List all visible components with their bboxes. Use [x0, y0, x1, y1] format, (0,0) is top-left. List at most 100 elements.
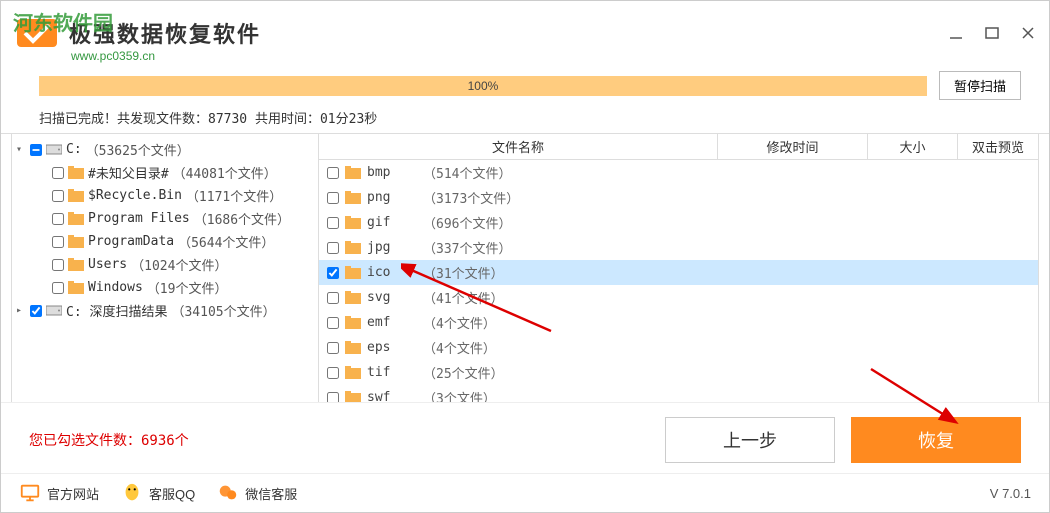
- folder-icon: [345, 266, 361, 279]
- drive-icon: [46, 304, 62, 317]
- folder-icon: [345, 341, 361, 354]
- file-row[interactable]: svg（41个文件）: [319, 285, 1038, 310]
- file-checkbox[interactable]: [327, 367, 339, 379]
- tree-count: （1024个文件）: [131, 255, 227, 274]
- file-row[interactable]: bmp （514个文件）: [319, 160, 1038, 185]
- link-qq-support[interactable]: 客服QQ: [121, 482, 195, 504]
- tree-checkbox[interactable]: [30, 144, 42, 156]
- tree-toggle-icon[interactable]: ▾: [16, 144, 26, 155]
- file-count: （514个文件）: [423, 163, 511, 182]
- version-text: V 7.0.1: [990, 486, 1031, 501]
- link-label: 官方网站: [47, 484, 99, 503]
- bottom-bar: 官方网站 客服QQ 微信客服 V 7.0.1: [1, 473, 1049, 512]
- tree-checkbox[interactable]: [52, 282, 64, 294]
- file-count: （41个文件）: [423, 288, 504, 307]
- tree-checkbox[interactable]: [52, 190, 64, 202]
- main-window: 极强数据恢复软件 河东软件园 www.pc0359.cn 100% 暂停扫描 扫…: [0, 0, 1050, 513]
- maximize-button[interactable]: [983, 24, 1001, 42]
- tree-checkbox[interactable]: [52, 259, 64, 271]
- pause-scan-button[interactable]: 暂停扫描: [939, 71, 1021, 100]
- file-row[interactable]: png（3173个文件）: [319, 185, 1038, 210]
- tree-item[interactable]: ▸#未知父目录# （44081个文件）: [12, 161, 318, 184]
- tree-item[interactable]: ▾C: （53625个文件）: [12, 138, 318, 161]
- file-checkbox[interactable]: [327, 242, 339, 254]
- col-size[interactable]: 大小: [868, 134, 958, 159]
- folder-icon: [345, 366, 361, 379]
- folder-icon: [68, 258, 84, 271]
- file-row[interactable]: gif（696个文件）: [319, 210, 1038, 235]
- file-checkbox[interactable]: [327, 292, 339, 304]
- folder-icon: [68, 166, 84, 179]
- file-checkbox[interactable]: [327, 192, 339, 204]
- file-row[interactable]: eps（4个文件）: [319, 335, 1038, 360]
- tree-label: Windows: [88, 280, 143, 295]
- file-list[interactable]: bmp （514个文件） png（3173个文件）gif（696个文件）jpg（33…: [319, 160, 1038, 402]
- folder-icon: [68, 189, 84, 202]
- file-count: （25个文件）: [423, 363, 504, 382]
- file-checkbox[interactable]: [327, 392, 339, 403]
- recover-button[interactable]: 恢复: [851, 417, 1021, 463]
- tree-label: Users: [88, 257, 127, 272]
- tree-item[interactable]: ▸ C: 深度扫描结果 （34105个文件）: [12, 299, 318, 322]
- tree-label: C: 深度扫描结果: [66, 301, 167, 320]
- link-official-site[interactable]: 官方网站: [19, 482, 99, 504]
- file-name: ico: [367, 265, 417, 280]
- file-name: swf: [367, 390, 417, 402]
- file-name: emf: [367, 315, 417, 330]
- tree-count: （5644个文件）: [178, 232, 274, 251]
- file-checkbox[interactable]: [327, 217, 339, 229]
- tree-count: （1686个文件）: [194, 209, 290, 228]
- progress-percent: 100%: [468, 79, 499, 93]
- file-name: gif: [367, 215, 417, 230]
- folder-icon: [345, 241, 361, 254]
- col-preview[interactable]: 双击预览: [958, 134, 1038, 159]
- titlebar: 极强数据恢复软件: [1, 1, 1049, 65]
- tree-item[interactable]: ▸$Recycle.Bin （1171个文件）: [12, 184, 318, 207]
- minimize-button[interactable]: [947, 24, 965, 42]
- selected-count-text: 您已勾选文件数：6936个: [29, 430, 189, 450]
- tree-label: Program Files: [88, 211, 190, 226]
- prev-step-button[interactable]: 上一步: [665, 417, 835, 463]
- folder-icon: [345, 316, 361, 329]
- link-label: 客服QQ: [149, 484, 195, 503]
- tree-item[interactable]: ▸Users （1024个文件）: [12, 253, 318, 276]
- file-count: （31个文件）: [423, 263, 504, 282]
- tree-count: （34105个文件）: [171, 301, 275, 320]
- folder-icon: [345, 391, 361, 402]
- file-row[interactable]: jpg（337个文件）: [319, 235, 1038, 260]
- file-count: （3个文件）: [423, 388, 496, 402]
- folder-icon: [345, 191, 361, 204]
- file-checkbox[interactable]: [327, 167, 339, 179]
- tree-checkbox[interactable]: [52, 167, 64, 179]
- file-row[interactable]: tif（25个文件）: [319, 360, 1038, 385]
- file-checkbox[interactable]: [327, 317, 339, 329]
- folder-icon: [345, 291, 361, 304]
- app-logo-icon: [13, 9, 61, 57]
- file-checkbox[interactable]: [327, 342, 339, 354]
- close-button[interactable]: [1019, 24, 1037, 42]
- file-row[interactable]: ico （31个文件）: [319, 260, 1038, 285]
- content-area: ▾C: （53625个文件）▸#未知父目录# （44081个文件）▸$Recyc…: [1, 133, 1049, 402]
- file-checkbox[interactable]: [327, 267, 339, 279]
- tree-checkbox[interactable]: [30, 305, 42, 317]
- tree-checkbox[interactable]: [52, 236, 64, 248]
- tree-item[interactable]: ▸ProgramData （5644个文件）: [12, 230, 318, 253]
- tree-toggle-icon[interactable]: ▸: [16, 305, 26, 316]
- drive-icon: [46, 143, 62, 156]
- file-row[interactable]: emf（4个文件）: [319, 310, 1038, 335]
- tree-checkbox[interactable]: [52, 213, 64, 225]
- file-row[interactable]: swf （3个文件）: [319, 385, 1038, 402]
- col-filename[interactable]: 文件名称: [319, 134, 718, 159]
- file-count: （337个文件）: [423, 238, 511, 257]
- folder-icon: [345, 166, 361, 179]
- tree-item[interactable]: ▸Program Files （1686个文件）: [12, 207, 318, 230]
- tree-count: （53625个文件）: [86, 140, 190, 159]
- tree-item[interactable]: ▸Windows （19个文件）: [12, 276, 318, 299]
- file-name: png: [367, 190, 417, 205]
- folder-tree[interactable]: ▾C: （53625个文件）▸#未知父目录# （44081个文件）▸$Recyc…: [11, 134, 319, 402]
- col-modtime[interactable]: 修改时间: [718, 134, 868, 159]
- link-wechat-support[interactable]: 微信客服: [217, 482, 297, 504]
- tree-label: ProgramData: [88, 234, 174, 249]
- file-list-panel: 文件名称 修改时间 大小 双击预览 bmp （514个文件） png（3173个文件…: [319, 134, 1039, 402]
- file-name: bmp: [367, 165, 417, 180]
